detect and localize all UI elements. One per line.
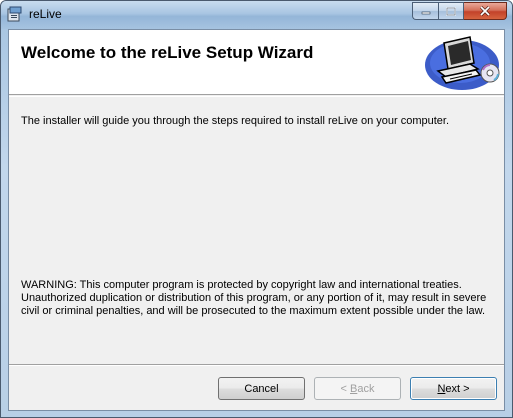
intro-text: The installer will guide you through the…	[21, 115, 450, 127]
minimize-icon	[421, 11, 430, 15]
header-divider	[9, 96, 504, 97]
next-button-label: ext >	[445, 382, 470, 395]
installer-icon	[7, 6, 23, 23]
computer-cd-icon	[420, 33, 500, 91]
caption-buttons	[412, 2, 507, 20]
close-icon	[479, 6, 491, 16]
back-button-mnemonic: B	[350, 382, 358, 395]
wizard-client-area: Welcome to the reLive Setup Wizard The i…	[8, 29, 505, 411]
maximize-icon	[446, 6, 456, 16]
close-button[interactable]	[464, 2, 507, 20]
next-button[interactable]: Next >	[410, 377, 497, 400]
window-title: reLive	[29, 7, 62, 21]
page-title: Welcome to the reLive Setup Wizard	[21, 43, 314, 62]
title-bar[interactable]: reLive	[1, 1, 512, 29]
installer-window: reLive Welcome to the reLive Setup Wizar…	[0, 0, 513, 418]
copyright-warning: WARNING: This computer program is protec…	[21, 279, 487, 317]
maximize-button[interactable]	[438, 2, 464, 20]
wizard-header: Welcome to the reLive Setup Wizard	[9, 30, 504, 95]
back-button-label: ack	[357, 382, 375, 395]
button-area-divider	[9, 364, 504, 366]
cancel-button[interactable]: Cancel	[218, 377, 305, 400]
minimize-button[interactable]	[412, 2, 438, 20]
next-button-mnemonic: N	[437, 382, 446, 395]
back-button[interactable]: < Back	[314, 377, 401, 400]
back-button-prefix: <	[340, 382, 350, 395]
cancel-button-label: Cancel	[244, 382, 279, 395]
